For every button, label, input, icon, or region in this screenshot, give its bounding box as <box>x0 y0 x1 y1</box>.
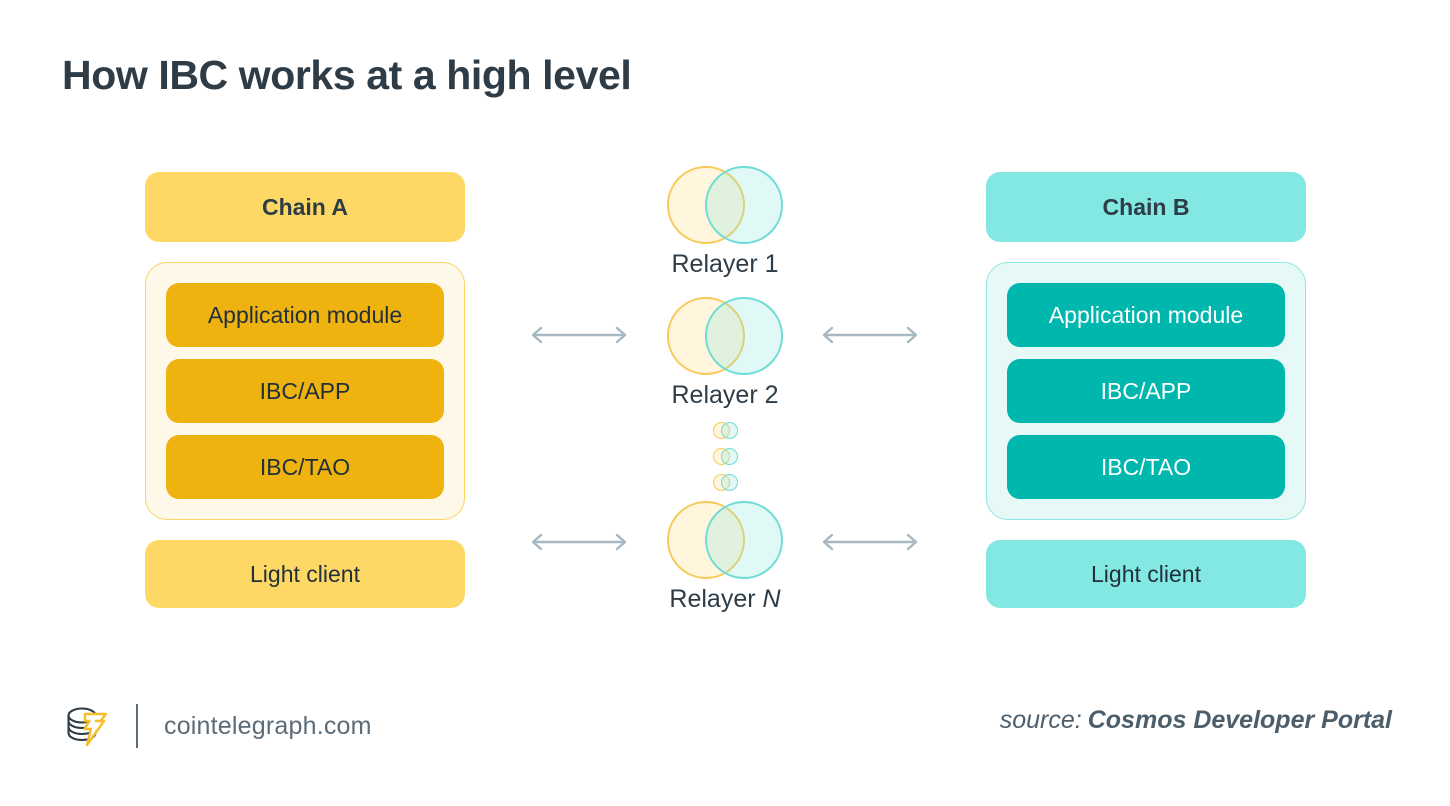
chain-a-layer-ibc-app: IBC/APP <box>166 359 444 423</box>
venn-diagram-icon-relayer-n <box>667 501 783 579</box>
venn-mini-icon <box>712 448 738 465</box>
venn-diagram-icon-relayer-2 <box>667 297 783 375</box>
venn-right-circle <box>720 474 738 491</box>
relayer-1-label: Relayer 1 <box>671 250 779 278</box>
double-arrow-icon-bottom-left <box>527 531 631 553</box>
source-label: source: <box>999 706 1082 734</box>
footer-divider <box>136 704 138 748</box>
chain-a-header: Chain A <box>145 172 465 242</box>
source-value: Cosmos Developer Portal <box>1087 706 1392 734</box>
relayer-column: Relayer 1 Relayer 2 Relayer N <box>617 166 833 614</box>
venn-right-circle <box>720 422 738 439</box>
chain-b-layer-ibc-tao: IBC/TAO <box>1007 435 1285 499</box>
chain-column-a: Chain A Application module IBC/APP IBC/T… <box>145 172 465 608</box>
site-name: cointelegraph.com <box>164 711 372 740</box>
relayer-n-prefix: Relayer <box>669 585 763 613</box>
chain-a-layer-application-module: Application module <box>166 283 444 347</box>
venn-right-circle <box>705 297 783 375</box>
double-arrow-icon-bottom-right <box>818 531 922 553</box>
chain-b-layer-application-module: Application module <box>1007 283 1285 347</box>
infographic-canvas: How IBC works at a high level Chain A Ap… <box>0 0 1450 806</box>
venn-mini-icon <box>712 422 738 439</box>
double-arrow-icon-top-left <box>527 324 631 346</box>
chain-b-layer-ibc-app: IBC/APP <box>1007 359 1285 423</box>
double-arrow-icon-top-right <box>818 324 922 346</box>
chain-b-header: Chain B <box>986 172 1306 242</box>
venn-mini-icon <box>712 474 738 491</box>
source-attribution: source: Cosmos Developer Portal <box>1000 706 1392 735</box>
chain-column-b: Chain B Application module IBC/APP IBC/T… <box>986 172 1306 608</box>
chain-b-light-client: Light client <box>986 540 1306 608</box>
venn-right-circle <box>705 501 783 579</box>
venn-right-circle <box>720 448 738 465</box>
relayer-n-label: Relayer N <box>669 585 780 614</box>
chain-a-light-client: Light client <box>145 540 465 608</box>
chain-a-layer-ibc-tao: IBC/TAO <box>166 435 444 499</box>
footer-branding: cointelegraph.com <box>60 698 372 754</box>
chain-a-ibc-stack: Application module IBC/APP IBC/TAO <box>145 262 465 520</box>
chain-b-ibc-stack: Application module IBC/APP IBC/TAO <box>986 262 1306 520</box>
relayer-ellipsis-group <box>712 422 738 491</box>
page-title: How IBC works at a high level <box>62 52 632 98</box>
relayer-n-index: N <box>762 585 781 613</box>
relayer-2-label: Relayer 2 <box>671 381 779 409</box>
venn-diagram-icon-relayer-1 <box>667 166 783 244</box>
cointelegraph-logo-icon <box>60 700 112 752</box>
venn-right-circle <box>705 166 783 244</box>
